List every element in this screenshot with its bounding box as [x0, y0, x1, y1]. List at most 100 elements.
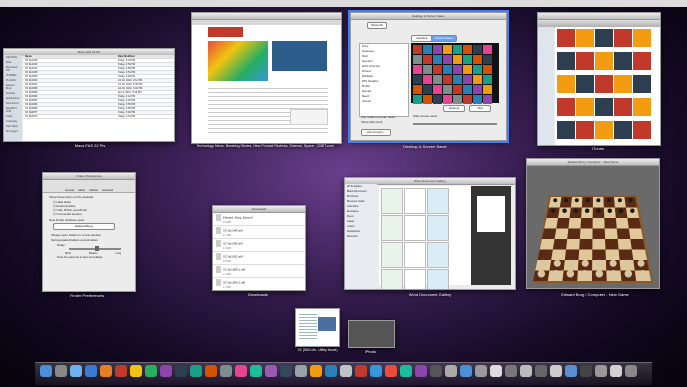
google-ad[interactable]: [290, 109, 328, 125]
dock-app-icon[interactable]: [100, 365, 112, 377]
template-categories[interactable]: All Templates Blank Documents Brochures Bus…: [345, 184, 377, 289]
album-cover[interactable]: [557, 29, 575, 47]
delay-slider-knob[interactable]: [95, 246, 99, 251]
chess-piece[interactable]: [628, 198, 633, 203]
desktop-screensaver-window[interactable]: Desktop & Screen Saver Show All Desktop …: [348, 10, 509, 143]
cnet-hero-image[interactable]: [208, 41, 268, 81]
dock-app-icon[interactable]: [550, 365, 562, 377]
sidebar-item[interactable]: Macintosh HD: [4, 65, 22, 73]
iphoto-window[interactable]: [348, 320, 395, 348]
itunes-window[interactable]: [537, 12, 661, 146]
dock-app-icon[interactable]: [475, 365, 487, 377]
prefs-tab[interactable]: Advanced: [102, 189, 113, 192]
chess-piece[interactable]: [607, 208, 613, 214]
downloads-list[interactable]: Edward_Burg_Estat.tif 2.8 MB X2 Sp1045.aif…: [213, 213, 305, 290]
sidebar-item[interactable]: SEARCH FOR: [4, 106, 22, 114]
album-cover[interactable]: [614, 98, 632, 116]
dock-app-icon[interactable]: [310, 365, 322, 377]
dock-app-icon[interactable]: [205, 365, 217, 377]
chess-piece[interactable]: [567, 259, 575, 267]
dock-app-icon[interactable]: [325, 365, 337, 377]
dock-app-icon[interactable]: [70, 365, 82, 377]
chess-square[interactable]: [592, 249, 606, 261]
template-thumbnail[interactable]: [381, 242, 403, 268]
album-cover[interactable]: [595, 75, 613, 93]
chess-square[interactable]: [618, 249, 634, 261]
chess-piece[interactable]: [595, 270, 604, 278]
dock-app-icon[interactable]: [430, 365, 442, 377]
dock-app-icon[interactable]: [505, 365, 517, 377]
album-cover[interactable]: [614, 75, 632, 93]
chess-square[interactable]: [567, 228, 581, 240]
delay-slider[interactable]: [69, 246, 121, 251]
chess-square[interactable]: [556, 218, 570, 229]
chess-piece[interactable]: [564, 198, 569, 203]
chess-square[interactable]: [568, 218, 582, 229]
show-clock-checkbox[interactable]: Show with clock: [361, 120, 382, 125]
chess-piece[interactable]: [617, 198, 622, 203]
template-thumbnail[interactable]: [427, 188, 449, 214]
album-cover[interactable]: [633, 121, 651, 139]
chess-piece[interactable]: [566, 270, 575, 278]
cnet-ad[interactable]: [272, 41, 327, 71]
chess-window[interactable]: Edward Burg / Computer - New Game: [526, 158, 660, 289]
dock-app-icon[interactable]: [40, 365, 52, 377]
chess-piece[interactable]: [624, 270, 633, 278]
chess-piece[interactable]: [581, 259, 589, 267]
chess-piece[interactable]: [595, 259, 603, 267]
dock-app-icon[interactable]: [370, 365, 382, 377]
x2-window[interactable]: [295, 308, 340, 347]
template-thumbnail[interactable]: [427, 215, 449, 241]
chess-piece[interactable]: [630, 208, 635, 214]
chess-piece[interactable]: [539, 259, 547, 267]
template-thumbnail[interactable]: [381, 269, 403, 289]
chess-square[interactable]: [604, 218, 617, 229]
chess-square[interactable]: [551, 249, 567, 261]
dock-app-icon[interactable]: [580, 365, 592, 377]
album-cover[interactable]: [576, 98, 594, 116]
menu-bar[interactable]: [0, 0, 687, 7]
chess-square[interactable]: [566, 239, 580, 250]
options-button[interactable]: Options: [443, 105, 465, 112]
chess-piece[interactable]: [623, 259, 631, 267]
dock-app-icon[interactable]: [415, 365, 427, 377]
album-cover[interactable]: [614, 52, 632, 70]
test-button[interactable]: Test: [469, 105, 491, 112]
col-name[interactable]: Name: [25, 55, 32, 58]
template-thumbnail[interactable]: [404, 269, 426, 289]
chess-piece[interactable]: [581, 270, 589, 278]
template-thumbnail[interactable]: [404, 188, 426, 214]
album-cover[interactable]: [576, 52, 594, 70]
dock-app-icon[interactable]: [250, 365, 262, 377]
always-open-checkbox[interactable]: Always open folders in a new window: [43, 230, 135, 238]
album-cover[interactable]: [595, 121, 613, 139]
album-cover[interactable]: [595, 98, 613, 116]
dock-app-icon[interactable]: [340, 365, 352, 377]
chess-square[interactable]: [579, 239, 593, 250]
album-cover[interactable]: [633, 52, 651, 70]
x2-list[interactable]: [299, 312, 317, 340]
dock-app-icon[interactable]: [355, 365, 367, 377]
chess-square[interactable]: [578, 249, 593, 261]
sidebar-item[interactable]: All Images: [4, 129, 22, 134]
finder-sidebar[interactable]: DEVICES iDisk Macintosh HD SHARED PLACES Edwa…: [4, 55, 22, 141]
dock-app-icon[interactable]: [535, 365, 547, 377]
screensaver-list[interactable]: Flurry Arabesque Shell Spectrum Word of the …: [359, 43, 409, 117]
chess-square[interactable]: [605, 239, 619, 250]
downloads-window[interactable]: Downloads Edward_Burg_Estat.tif 2.8 MB X2 …: [212, 205, 306, 291]
chess-square[interactable]: [615, 218, 629, 229]
chess-piece[interactable]: [596, 208, 601, 214]
chess-square[interactable]: [627, 218, 641, 229]
template-thumbnail[interactable]: [381, 188, 403, 214]
dock-app-icon[interactable]: [280, 365, 292, 377]
start-slider[interactable]: [413, 123, 497, 125]
chess-square[interactable]: [580, 218, 593, 229]
col-date[interactable]: Date Modified: [118, 55, 134, 58]
dock-app-icon[interactable]: [595, 365, 607, 377]
list-item[interactable]: Cosmos: [360, 99, 408, 104]
download-row[interactable]: X2 Sp1022.aiff 0.9 MB: [213, 252, 305, 265]
template-thumbnail[interactable]: [404, 242, 426, 268]
chess-piece[interactable]: [552, 270, 560, 278]
chess-square[interactable]: [631, 249, 647, 261]
album-cover[interactable]: [633, 98, 651, 116]
